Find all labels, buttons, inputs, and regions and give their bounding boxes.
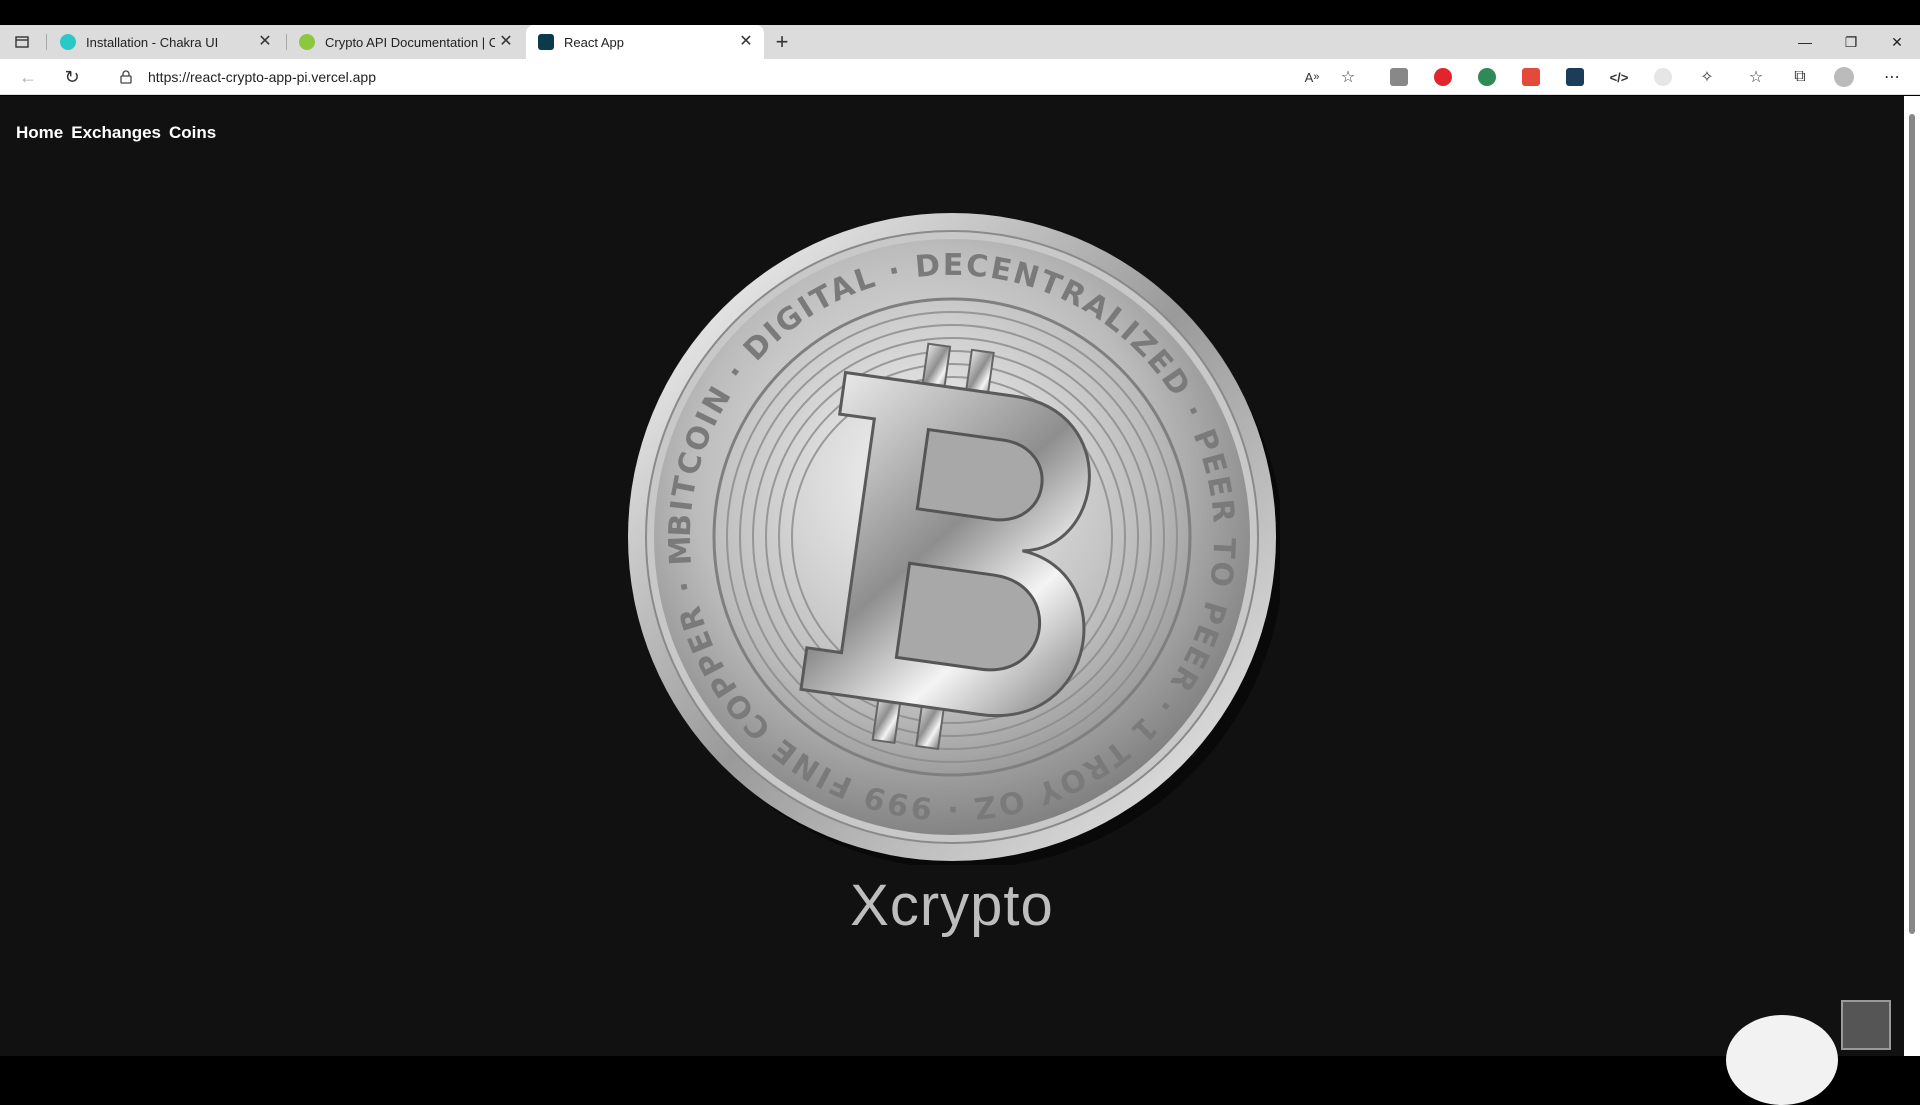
tab-chakra-ui[interactable]: Installation - Chakra UI ✕ <box>48 25 283 59</box>
collections-icon[interactable]: ⧉ <box>1788 65 1812 89</box>
more-menu-icon[interactable]: ⋯ <box>1880 65 1904 89</box>
url-field[interactable]: https://react-crypto-app-pi.vercel.app <box>100 62 1375 92</box>
address-bar: ← ↻ https://react-crypto-app-pi.vercel.a… <box>0 59 1920 95</box>
close-icon[interactable]: ✕ <box>257 34 273 50</box>
tab-title: Installation - Chakra UI <box>86 34 219 50</box>
react-devtools-icon[interactable] <box>1566 68 1584 86</box>
webcam-thumbnail <box>1841 1000 1891 1050</box>
opera-extension-icon[interactable] <box>1434 68 1452 86</box>
minimize-icon[interactable]: — <box>1782 25 1828 59</box>
favorite-star-icon[interactable]: ☆ <box>1336 65 1360 89</box>
nav-home-link[interactable]: Home <box>16 123 63 143</box>
web-page: Home Exchanges Coins BITCOIN · DIGITAL ·… <box>0 96 1904 1056</box>
tab-strip: Installation - Chakra UI ✕ Crypto API Do… <box>0 25 1920 59</box>
tab-actions-icon[interactable] <box>8 28 36 56</box>
restore-icon[interactable]: ❐ <box>1828 25 1874 59</box>
tab-title: React App <box>564 34 624 50</box>
screen-bottom-border <box>0 1056 1920 1080</box>
url-text: https://react-crypto-app-pi.vercel.app <box>148 69 376 85</box>
extension-icon[interactable] <box>1654 68 1672 86</box>
new-tab-icon[interactable]: + <box>768 28 796 56</box>
close-icon[interactable]: ✕ <box>498 34 514 50</box>
profile-avatar[interactable] <box>1834 67 1854 87</box>
tab-crypto-api[interactable]: Crypto API Documentation | Coi ✕ <box>287 25 524 59</box>
close-icon[interactable]: ✕ <box>738 34 754 50</box>
read-aloud-icon[interactable]: A» <box>1300 65 1324 89</box>
brand-title: Xcrypto <box>850 873 1054 938</box>
lock-icon <box>120 70 132 84</box>
bitcoin-coin-image: BITCOIN · DIGITAL · DECENTRALIZED · PEER… <box>624 209 1280 865</box>
code-extension-icon[interactable]: </> <box>1607 65 1631 89</box>
page-scrollbar[interactable] <box>1904 96 1920 1056</box>
refresh-icon[interactable]: ↻ <box>58 63 86 91</box>
nav-coins-link[interactable]: Coins <box>169 123 216 143</box>
back-icon[interactable]: ← <box>14 63 42 91</box>
webcam-overlay <box>1726 1015 1838 1105</box>
extension-icon[interactable] <box>1390 68 1408 86</box>
favorites-icon[interactable]: ☆ <box>1744 65 1768 89</box>
coingecko-favicon-icon <box>299 34 315 50</box>
chakra-favicon-icon <box>60 34 76 50</box>
extensions-puzzle-icon[interactable]: ✧ <box>1695 65 1719 89</box>
extension-icon[interactable] <box>1478 68 1496 86</box>
nav-exchanges-link[interactable]: Exchanges <box>71 123 161 143</box>
extension-icon[interactable] <box>1522 68 1540 86</box>
tab-title: Crypto API Documentation | Coi <box>325 34 495 50</box>
tab-separator <box>46 34 47 50</box>
tab-react-app[interactable]: React App ✕ <box>526 25 764 59</box>
close-window-icon[interactable]: ✕ <box>1874 25 1920 59</box>
react-favicon-icon <box>538 34 554 50</box>
site-nav: Home Exchanges Coins <box>16 123 216 143</box>
scrollbar-thumb[interactable] <box>1909 114 1915 934</box>
screen-top-border <box>0 0 1920 25</box>
